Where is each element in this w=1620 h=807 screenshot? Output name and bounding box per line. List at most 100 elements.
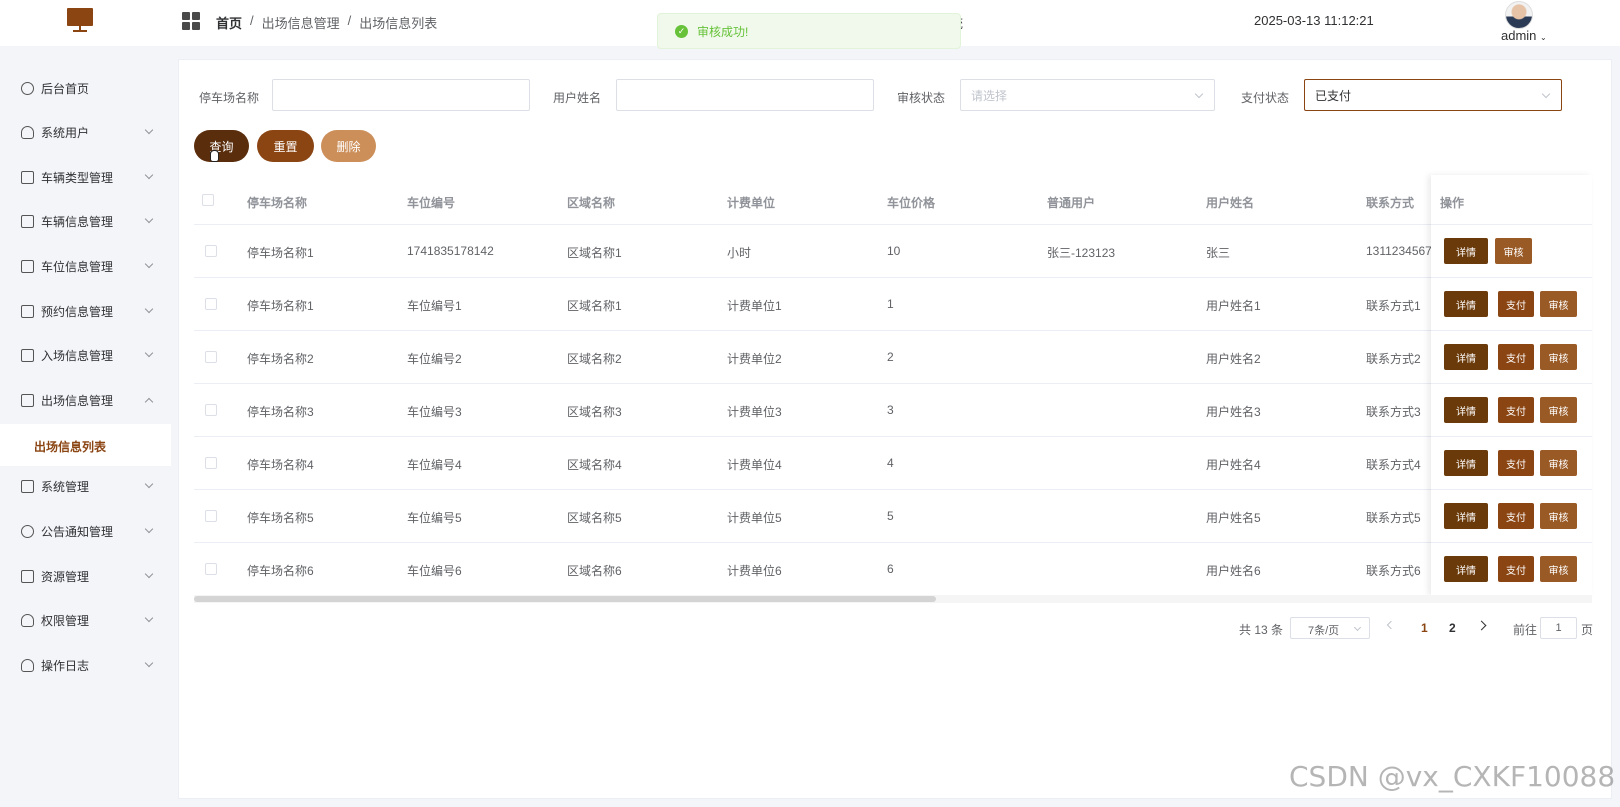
- chevron-down-icon: [144, 125, 154, 135]
- detail-button[interactable]: 详情: [1444, 397, 1488, 423]
- sidebar-item-permission[interactable]: 权限管理: [0, 598, 171, 642]
- cell-unit: 计费单位5: [727, 511, 782, 525]
- sidebar-item-label: 权限管理: [41, 613, 90, 628]
- detail-button[interactable]: 详情: [1444, 503, 1488, 529]
- user-menu[interactable]: admin ⌄: [1501, 28, 1547, 43]
- row-checkbox[interactable]: [205, 404, 217, 416]
- audit-button[interactable]: 审核: [1540, 291, 1577, 317]
- horizontal-scrollbar[interactable]: [194, 595, 1592, 603]
- column-header: 操作: [1440, 196, 1465, 210]
- pay-button[interactable]: 支付: [1498, 556, 1534, 582]
- column-header: 停车场名称: [247, 196, 308, 210]
- delete-button[interactable]: 删除: [321, 130, 376, 162]
- page-number[interactable]: 2: [1449, 621, 1456, 635]
- cell-unit: 计费单位6: [727, 564, 782, 578]
- sidebar-item-label: 出场信息管理: [41, 393, 114, 408]
- cell-user-name: 用户姓名3: [1206, 405, 1261, 419]
- sidebar-item-vehicle-info[interactable]: 车辆信息管理: [0, 199, 171, 243]
- table-row: 停车场名称6 车位编号6 区域名称6 计费单位6 6 用户姓名6 联系方式6: [194, 543, 1592, 596]
- audit-button[interactable]: 审核: [1495, 238, 1532, 264]
- page-suffix: 页: [1581, 623, 1594, 637]
- sidebar-item-resource[interactable]: 资源管理: [0, 554, 171, 598]
- sidebar-item-vehicle-type[interactable]: 车辆类型管理: [0, 155, 171, 199]
- pay-button[interactable]: 支付: [1498, 397, 1534, 423]
- pay-status-select[interactable]: 已支付: [1304, 79, 1562, 111]
- cell-price: 4: [887, 456, 894, 470]
- cell-user-name: 用户姓名5: [1206, 511, 1261, 525]
- cell-space-no: 车位编号2: [407, 352, 462, 366]
- sidebar-item-space-info[interactable]: 车位信息管理: [0, 244, 171, 288]
- pay-button[interactable]: 支付: [1498, 450, 1534, 476]
- chevron-down-icon: ⌄: [1540, 33, 1547, 42]
- sidebar-item-dashboard[interactable]: 后台首页: [0, 66, 171, 110]
- sidebar-item-reservation[interactable]: 预约信息管理: [0, 289, 171, 333]
- audit-button[interactable]: 审核: [1540, 450, 1577, 476]
- detail-button[interactable]: 详情: [1444, 238, 1488, 264]
- audit-button[interactable]: 审核: [1540, 344, 1577, 370]
- reset-button[interactable]: 重置: [257, 130, 314, 162]
- sidebar-subitem-exit-list[interactable]: 出场信息列表: [0, 424, 171, 466]
- pay-button[interactable]: 支付: [1498, 503, 1534, 529]
- user-name-input[interactable]: [616, 79, 874, 111]
- cell-user-name: 用户姓名6: [1206, 564, 1261, 578]
- audit-button[interactable]: 审核: [1540, 397, 1577, 423]
- sidebar-item-system-users[interactable]: 系统用户: [0, 110, 171, 154]
- column-header: 普通用户: [1047, 196, 1096, 210]
- cell-space-no: 车位编号6: [407, 564, 462, 578]
- page-number-current[interactable]: 1: [1421, 621, 1428, 635]
- chevron-down-icon: [144, 479, 154, 489]
- parking-name-input[interactable]: [272, 79, 530, 111]
- list-icon: [21, 348, 34, 362]
- breadcrumb-section: 出场信息管理: [261, 16, 340, 31]
- query-button[interactable]: 查询: [194, 130, 249, 162]
- hand-cursor-icon: [210, 150, 219, 162]
- operations-row: 详情 支付 审核: [1431, 384, 1592, 437]
- chevron-down-icon: [1353, 623, 1362, 632]
- resource-icon: [21, 569, 34, 583]
- cell-contact: 联系方式4: [1366, 458, 1421, 472]
- operations-row: 详情 支付 审核: [1431, 278, 1592, 331]
- menu-toggle-icon[interactable]: [182, 12, 200, 30]
- sidebar-item-label: 公告通知管理: [41, 524, 114, 539]
- sidebar-item-system-mgmt[interactable]: 系统管理: [0, 464, 171, 508]
- cell-contact: 13112345678: [1366, 244, 1439, 258]
- detail-button[interactable]: 详情: [1444, 450, 1488, 476]
- scrollbar-thumb[interactable]: [194, 596, 936, 602]
- breadcrumb-home[interactable]: 首页: [216, 13, 242, 32]
- sidebar-item-label: 后台首页: [41, 81, 90, 96]
- chevron-down-icon: [144, 613, 154, 623]
- detail-button[interactable]: 详情: [1444, 556, 1488, 582]
- sidebar-item-oplog[interactable]: 操作日志: [0, 643, 171, 687]
- row-checkbox[interactable]: [205, 298, 217, 310]
- row-checkbox[interactable]: [205, 563, 217, 575]
- audit-button[interactable]: 审核: [1540, 503, 1577, 529]
- row-checkbox[interactable]: [205, 245, 217, 257]
- chevron-down-icon: [1194, 89, 1204, 99]
- sidebar-item-label: 系统用户: [41, 125, 90, 140]
- folder-icon: [21, 479, 34, 493]
- row-checkbox[interactable]: [205, 351, 217, 363]
- pay-button[interactable]: 支付: [1498, 344, 1534, 370]
- username: admin: [1501, 28, 1537, 43]
- audit-status-label: 审核状态: [897, 91, 946, 105]
- row-checkbox[interactable]: [205, 510, 217, 522]
- table-row: 停车场名称1 1741835178142 区域名称1 小时 10 张三-1231…: [194, 225, 1592, 278]
- audit-status-select[interactable]: 请选择: [960, 79, 1215, 111]
- pay-button[interactable]: 支付: [1498, 291, 1534, 317]
- user-avatar[interactable]: [1505, 1, 1533, 29]
- sidebar-item-exit[interactable]: 出场信息管理: [0, 378, 171, 422]
- audit-button[interactable]: 审核: [1540, 556, 1577, 582]
- sidebar-item-label: 车辆类型管理: [41, 170, 114, 185]
- breadcrumb: 首页 / 出场信息管理 / 出场信息列表: [216, 13, 437, 32]
- select-all-checkbox[interactable]: [202, 194, 214, 206]
- row-checkbox[interactable]: [205, 457, 217, 469]
- page-size-select[interactable]: 7条/页: [1290, 617, 1370, 639]
- detail-button[interactable]: 详情: [1444, 291, 1488, 317]
- sidebar-item-notice[interactable]: 公告通知管理: [0, 509, 171, 553]
- detail-button[interactable]: 详情: [1444, 344, 1488, 370]
- goto-page-input[interactable]: [1540, 617, 1577, 639]
- cell-user-name: 用户姓名1: [1206, 299, 1261, 313]
- column-header: 用户姓名: [1206, 196, 1255, 210]
- sidebar-item-entry[interactable]: 入场信息管理: [0, 333, 171, 377]
- cell-contact: 联系方式6: [1366, 564, 1421, 578]
